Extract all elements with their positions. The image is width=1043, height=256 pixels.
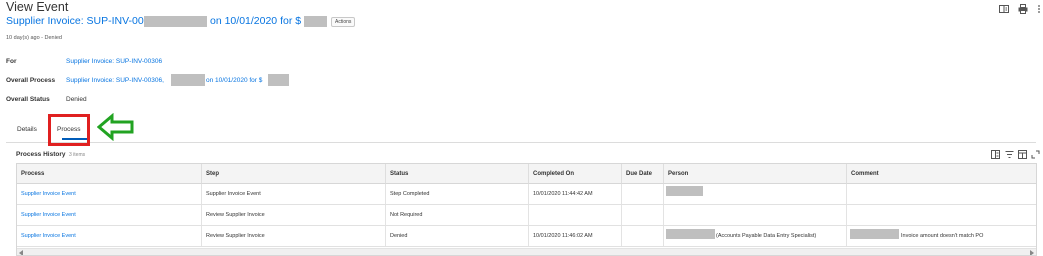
redacted-person bbox=[666, 186, 703, 196]
page-title: View Event bbox=[6, 0, 69, 14]
overall-process-label: Overall Process bbox=[6, 77, 56, 84]
cell-step: Review Supplier Invoice bbox=[202, 205, 386, 225]
process-history-title: Process History bbox=[16, 151, 66, 158]
cell-status: Not Required bbox=[386, 205, 529, 225]
col-header-step[interactable]: Step bbox=[202, 164, 386, 184]
col-header-process[interactable]: Process bbox=[17, 164, 202, 184]
event-title-part2[interactable]: on 10/01/2020 for $ bbox=[210, 15, 301, 27]
event-subline: 10 day(s) ago - Denied bbox=[6, 35, 62, 41]
cell-person bbox=[664, 205, 847, 225]
redacted-process-supplier bbox=[171, 74, 205, 86]
table-row: Supplier Invoice Event Review Supplier I… bbox=[17, 205, 1036, 226]
highlight-box-annotation bbox=[48, 114, 90, 146]
cell-due-date bbox=[622, 205, 664, 225]
redacted-person bbox=[666, 229, 715, 239]
cell-status: Denied bbox=[386, 226, 529, 246]
tab-bar: Details Process bbox=[6, 118, 1036, 143]
cell-due-date bbox=[622, 226, 664, 246]
fullscreen-icon[interactable] bbox=[1031, 150, 1040, 159]
cell-status: Step Completed bbox=[386, 184, 529, 204]
overall-process-link-part1[interactable]: Supplier Invoice: SUP-INV-00306, bbox=[66, 77, 164, 84]
process-history-grid: Process Step Status Completed On Due Dat… bbox=[16, 163, 1037, 256]
scroll-right-icon[interactable] bbox=[1029, 250, 1034, 256]
scroll-left-icon[interactable] bbox=[19, 250, 24, 256]
excel-export-icon[interactable] bbox=[991, 150, 1000, 159]
cell-person: (Accounts Payable Data Entry Specialist) bbox=[664, 226, 847, 246]
filter-icon[interactable] bbox=[1005, 150, 1014, 159]
cell-completed-on: 10/01/2020 11:44:42 AM bbox=[529, 184, 622, 204]
table-row: Supplier Invoice Event Supplier Invoice … bbox=[17, 184, 1036, 205]
redacted-process-amount bbox=[268, 74, 289, 86]
col-header-completed-on[interactable]: Completed On bbox=[529, 164, 622, 184]
actions-button[interactable]: Actions bbox=[331, 17, 356, 27]
process-link[interactable]: Supplier Invoice Event bbox=[21, 212, 76, 218]
process-history-count: 3 items bbox=[69, 152, 86, 158]
for-value-link[interactable]: Supplier Invoice: SUP-INV-00306 bbox=[66, 58, 162, 65]
overall-process-link-part2[interactable]: on 10/01/2020 for $ bbox=[206, 77, 262, 84]
redacted-amount bbox=[304, 16, 327, 27]
overall-status-label: Overall Status bbox=[6, 96, 50, 103]
cell-person bbox=[664, 184, 847, 204]
event-title-part1[interactable]: Supplier Invoice: SUP-INV-00306, bbox=[6, 15, 164, 27]
cell-comment bbox=[847, 184, 1036, 204]
for-label: For bbox=[6, 58, 17, 65]
cell-process[interactable]: Supplier Invoice Event bbox=[17, 226, 202, 246]
cell-process[interactable]: Supplier Invoice Event bbox=[17, 184, 202, 204]
cell-due-date bbox=[622, 184, 664, 204]
cell-completed-on bbox=[529, 205, 622, 225]
process-link[interactable]: Supplier Invoice Event bbox=[21, 191, 76, 197]
green-arrow-annotation bbox=[97, 113, 134, 141]
person-role: (Accounts Payable Data Entry Specialist) bbox=[716, 233, 817, 239]
tab-details[interactable]: Details bbox=[17, 126, 37, 133]
redacted-commenter bbox=[850, 229, 899, 239]
col-header-status[interactable]: Status bbox=[386, 164, 529, 184]
print-icon[interactable] bbox=[1018, 4, 1028, 14]
redacted-supplier bbox=[144, 16, 207, 27]
expand-panel-icon[interactable] bbox=[999, 4, 1009, 14]
column-config-icon[interactable] bbox=[1018, 150, 1027, 159]
col-header-comment[interactable]: Comment bbox=[847, 164, 1036, 184]
process-link[interactable]: Supplier Invoice Event bbox=[21, 233, 76, 239]
cell-step: Supplier Invoice Event bbox=[202, 184, 386, 204]
horizontal-scrollbar[interactable] bbox=[17, 248, 1036, 256]
cell-comment: Invoice amount doesn't match PO bbox=[847, 226, 1036, 246]
cell-comment bbox=[847, 205, 1036, 225]
cell-process[interactable]: Supplier Invoice Event bbox=[17, 205, 202, 225]
overall-status-value: Denied bbox=[66, 96, 87, 103]
more-icon[interactable] bbox=[1036, 4, 1042, 14]
col-header-due-date[interactable]: Due Date bbox=[622, 164, 664, 184]
table-row: Supplier Invoice Event Review Supplier I… bbox=[17, 226, 1036, 247]
cell-step: Review Supplier Invoice bbox=[202, 226, 386, 246]
comment-text: Invoice amount doesn't match PO bbox=[901, 233, 984, 239]
col-header-person[interactable]: Person bbox=[664, 164, 847, 184]
cell-completed-on: 10/01/2020 11:46:02 AM bbox=[529, 226, 622, 246]
